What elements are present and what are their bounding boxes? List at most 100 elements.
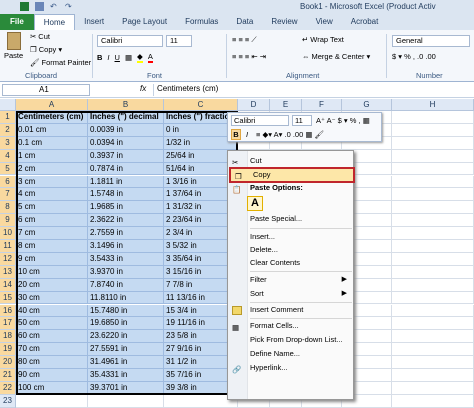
cell-h11[interactable] [392,240,474,253]
cell-h17[interactable] [392,317,474,331]
row-header-19[interactable]: 19 [0,343,16,357]
cell-b9[interactable]: 2.3622 in [88,214,164,228]
cell-a1[interactable]: Centimeters (cm) [16,111,88,124]
cell-a10[interactable]: 7 cm [16,227,88,240]
cell-b21[interactable]: 35.4331 in [88,369,164,382]
cell-h14[interactable] [392,278,474,292]
cell-a14[interactable]: 20 cm [16,278,88,292]
cell-a13[interactable]: 10 cm [16,265,88,279]
row-header-15[interactable]: 15 [0,291,16,305]
row-header-6[interactable]: 6 [0,175,16,189]
cell-h6[interactable] [392,175,474,189]
mini-italic-button[interactable]: I [246,130,248,139]
column-header-a[interactable]: A [16,99,88,111]
cell-h21[interactable] [392,369,474,382]
menu-item-copy[interactable]: ❐ Copy [229,167,355,183]
paste-option-keep-formatting-button[interactable]: A [247,196,263,211]
row-header-11[interactable]: 11 [0,240,16,253]
save-icon[interactable] [35,2,44,11]
copy-button[interactable]: ❐ Copy ▾ [30,45,62,54]
wrap-text-button[interactable]: ↵ Wrap Text [302,35,344,44]
tab-acrobat[interactable]: Acrobat [342,14,388,30]
row-header-22[interactable]: 22 [0,381,16,395]
undo-icon[interactable]: ↶ [50,2,59,11]
cell-b2[interactable]: 0.0039 in [88,123,164,137]
bold-button[interactable]: B [97,53,102,62]
cell-b10[interactable]: 2.7559 in [88,227,164,240]
cell-a16[interactable]: 40 cm [16,304,88,318]
cell-a22[interactable]: 100 cm [16,381,88,395]
cell-h19[interactable] [392,343,474,357]
menu-item-clear-contents[interactable]: Clear Contents [228,257,353,269]
cell-b20[interactable]: 31.4961 in [88,356,164,369]
cell-b18[interactable]: 23.6220 in [88,330,164,344]
tab-view[interactable]: View [307,14,342,30]
cell-a6[interactable]: 3 cm [16,175,88,189]
redo-icon[interactable]: ↷ [65,2,74,11]
cell-h20[interactable] [392,356,474,369]
cell-b6[interactable]: 1.1811 in [88,175,164,189]
row-header-4[interactable]: 4 [0,149,16,163]
row-header-14[interactable]: 14 [0,278,16,292]
mini-format-icons[interactable]: ≡ ◆▾ A▾ .0 .00 ▦ 🖌 [256,130,324,139]
italic-button[interactable]: I [107,53,109,62]
cell-h13[interactable] [392,265,474,279]
cell-b12[interactable]: 3.5433 in [88,252,164,266]
cell-b17[interactable]: 19.6850 in [88,317,164,331]
mini-size-select[interactable]: 11 [292,115,312,126]
align-top-icons[interactable]: ≡ ≡ ≡ ⟋ [232,35,257,45]
cell-h5[interactable] [392,162,474,176]
row-header-18[interactable]: 18 [0,330,16,344]
menu-item-cut[interactable]: ✂ Cut [228,155,353,167]
cell-a21[interactable]: 90 cm [16,369,88,382]
row-header-17[interactable]: 17 [0,317,16,331]
menu-item-filter[interactable]: Filter ▶ [228,274,353,286]
cell-a18[interactable]: 60 cm [16,330,88,344]
number-format-buttons[interactable]: $ ▾ % , .0 .00 [392,52,436,61]
cell-h9[interactable] [392,214,474,228]
mini-font-select[interactable]: Calibri [231,115,289,126]
column-header-d[interactable]: D [238,99,270,111]
cell-a7[interactable]: 4 cm [16,188,88,202]
cell-h8[interactable] [392,201,474,215]
cell-a2[interactable]: 0.01 cm [16,123,88,137]
fx-icon[interactable]: fx [140,84,146,93]
row-header-5[interactable]: 5 [0,162,16,176]
menu-item-format-cells[interactable]: ▦ Format Cells... [228,320,353,332]
format-painter-button[interactable]: 🖌 Format Painter [30,58,91,67]
cell-a5[interactable]: 2 cm [16,162,88,176]
tab-data[interactable]: Data [227,14,262,30]
merge-center-button[interactable]: ⇔ Merge & Center ▾ [302,52,370,61]
number-format-select[interactable]: General [392,35,470,47]
row-header-23[interactable]: 23 [0,394,16,408]
borders-icon[interactable]: ▦ [125,53,132,62]
paste-button[interactable]: Paste [4,32,23,60]
row-header-12[interactable]: 12 [0,252,16,266]
cell-a20[interactable]: 80 cm [16,356,88,369]
menu-item-sort[interactable]: Sort ▶ [228,288,353,300]
tab-formulas[interactable]: Formulas [176,14,227,30]
cell-a23[interactable] [16,394,88,408]
menu-item-define-name[interactable]: Define Name... [228,348,353,360]
cell-h22[interactable] [392,381,474,395]
cell-h10[interactable] [392,227,474,240]
menu-item-paste-special[interactable]: Paste Special... [228,213,353,225]
cell-b3[interactable]: 0.0394 in [88,136,164,150]
cell-h16[interactable] [392,304,474,318]
cell-a3[interactable]: 0.1 cm [16,136,88,150]
cell-b7[interactable]: 1.5748 in [88,188,164,202]
cell-h12[interactable] [392,252,474,266]
row-header-16[interactable]: 16 [0,304,16,318]
column-header-e[interactable]: E [270,99,302,111]
row-header-8[interactable]: 8 [0,201,16,215]
cell-a19[interactable]: 70 cm [16,343,88,357]
menu-item-hyperlink[interactable]: 🔗 Hyperlink... [228,362,353,374]
tab-file[interactable]: File [0,14,34,30]
column-header-g[interactable]: G [342,99,392,111]
cell-b13[interactable]: 3.9370 in [88,265,164,279]
row-header-3[interactable]: 3 [0,136,16,150]
column-header-c[interactable]: C [164,99,238,111]
cell-a12[interactable]: 9 cm [16,252,88,266]
cell-h15[interactable] [392,291,474,305]
row-header-2[interactable]: 2 [0,123,16,137]
